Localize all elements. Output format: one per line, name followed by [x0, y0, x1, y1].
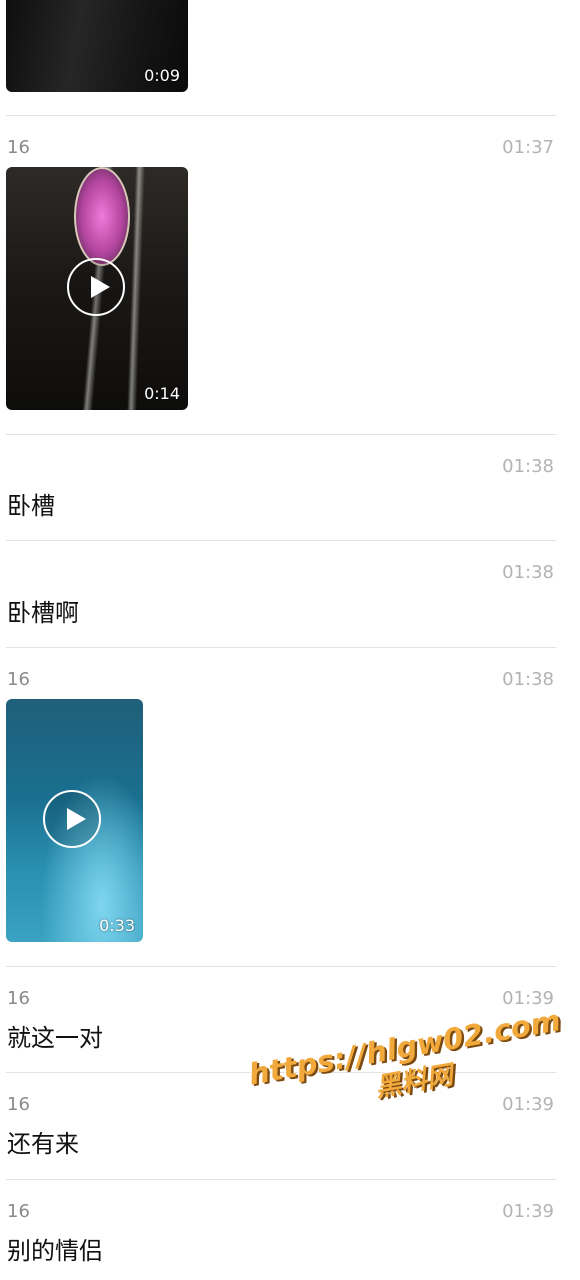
- sender-name: 16: [7, 137, 30, 158]
- message-time: 01:38: [502, 456, 554, 477]
- sender-name: 16: [7, 1094, 30, 1115]
- video-thumbnail[interactable]: 0:33: [6, 699, 143, 942]
- sender-name: 16: [7, 1201, 30, 1222]
- message-text: 卧槽啊: [7, 599, 79, 627]
- play-icon[interactable]: [67, 258, 125, 316]
- video-thumbnail[interactable]: 0:09: [6, 0, 188, 92]
- message-time: 01:38: [502, 669, 554, 690]
- message-time: 01:37: [502, 137, 554, 158]
- message-divider: [6, 966, 556, 967]
- message-text: 卧槽: [7, 492, 55, 520]
- sender-name: 16: [7, 988, 30, 1009]
- video-duration: 0:09: [144, 66, 180, 85]
- video-thumbnail[interactable]: 0:14: [6, 167, 188, 410]
- message-time: 01:38: [502, 562, 554, 583]
- video-duration: 0:14: [144, 384, 180, 403]
- message-text: 就这一对: [7, 1024, 103, 1052]
- message-divider: [6, 540, 556, 541]
- message-text: 还有来: [7, 1130, 79, 1158]
- message-time: 01:39: [502, 1094, 554, 1115]
- message-divider: [6, 115, 556, 116]
- play-icon[interactable]: [43, 790, 101, 848]
- message-text: 别的情侣: [7, 1237, 103, 1265]
- video-duration: 0:33: [99, 916, 135, 935]
- video-scene-light: [74, 167, 130, 266]
- message-time: 01:39: [502, 1201, 554, 1222]
- message-divider: [6, 434, 556, 435]
- sender-name: 16: [7, 669, 30, 690]
- message-divider: [6, 1179, 556, 1180]
- message-divider: [6, 647, 556, 648]
